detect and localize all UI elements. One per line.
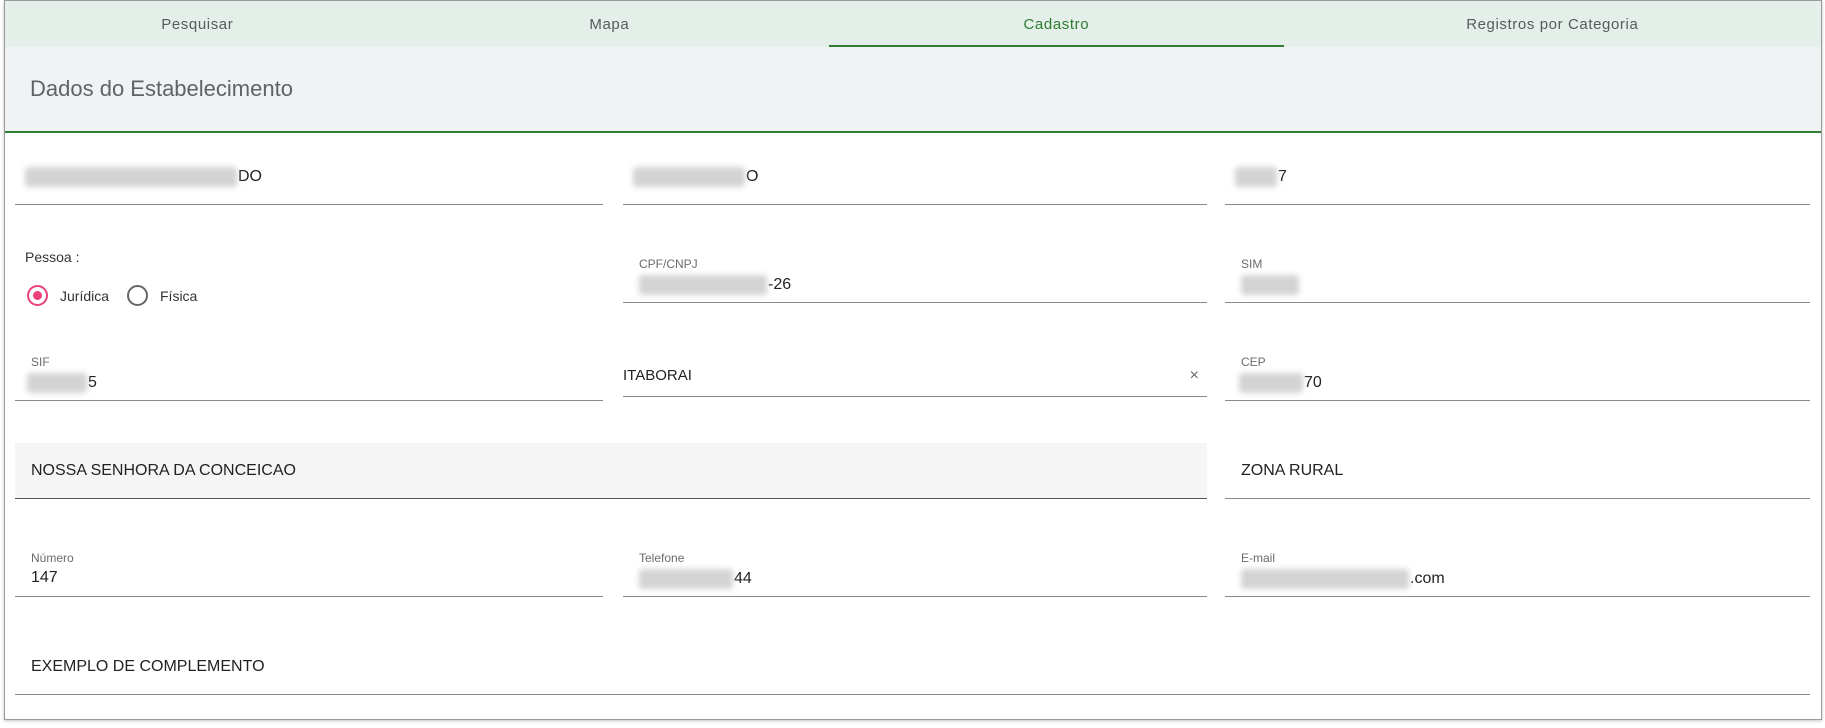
redacted-text (25, 167, 237, 187)
codigo-field[interactable]: 7 (1225, 151, 1810, 205)
cep-value: 70 (1239, 373, 1322, 393)
cidade-value: ITABORAI (623, 367, 692, 384)
page-title: Dados do Estabelecimento (30, 76, 293, 101)
cep-suffix: 70 (1304, 374, 1322, 392)
app-window: Pesquisar Mapa Cadastro Registros por Ca… (4, 0, 1822, 720)
bairro-value: NOSSA SENHORA DA CONCEICAO (31, 462, 296, 479)
numero-label: Número (31, 551, 74, 565)
tab-label: Cadastro (1023, 15, 1090, 33)
numero-value: 147 (31, 569, 58, 586)
sif-label: SIF (31, 355, 50, 369)
tab-registros-por-categoria[interactable]: Registros por Categoria (1284, 1, 1821, 47)
nome-fantasia-field[interactable]: O (623, 151, 1207, 205)
bairro-field[interactable]: NOSSA SENHORA DA CONCEICAO (15, 443, 1207, 499)
cpf-cnpj-label: CPF/CNPJ (639, 257, 698, 271)
sif-suffix: 5 (88, 374, 97, 392)
section-header: Dados do Estabelecimento (5, 47, 1821, 133)
redacted-text (1235, 167, 1277, 187)
sim-value (1241, 275, 1300, 295)
redacted-text (1241, 569, 1409, 589)
radio-juridica[interactable]: Jurídica (27, 285, 109, 306)
pessoa-label: Pessoa : (25, 249, 80, 265)
nome-fantasia-suffix: O (746, 168, 759, 186)
redacted-text (1239, 373, 1303, 393)
codigo-value: 7 (1235, 167, 1287, 187)
clear-icon[interactable]: × (1190, 367, 1199, 385)
cpf-cnpj-suffix: -26 (768, 276, 792, 294)
email-field[interactable]: E-mail .com (1225, 543, 1810, 597)
sif-field[interactable]: SIF 5 (15, 347, 603, 401)
zona-field[interactable]: ZONA RURAL (1225, 443, 1810, 499)
radio-circle-checked (27, 285, 48, 306)
telefone-field[interactable]: Telefone 44 (623, 543, 1207, 597)
sim-field[interactable]: SIM (1225, 249, 1810, 303)
cep-label: CEP (1241, 355, 1266, 369)
tab-cadastro[interactable]: Cadastro (829, 1, 1284, 47)
tab-mapa[interactable]: Mapa (390, 1, 830, 47)
radio-label-juridica: Jurídica (60, 287, 110, 304)
email-suffix: .com (1410, 570, 1445, 588)
radio-fisica[interactable]: Física (127, 285, 197, 306)
sif-value: 5 (27, 373, 97, 393)
radio-label-fisica: Física (160, 287, 198, 304)
telefone-suffix: 44 (734, 570, 752, 588)
cidade-select[interactable]: ITABORAI × (623, 347, 1207, 397)
telefone-label: Telefone (639, 551, 685, 565)
redacted-text (639, 569, 733, 589)
email-value: .com (1241, 569, 1445, 589)
cpf-cnpj-value: -26 (639, 275, 791, 295)
redacted-text (27, 373, 87, 393)
nome-fantasia-value: O (633, 167, 758, 187)
telefone-value: 44 (639, 569, 752, 589)
cep-field[interactable]: CEP 70 (1225, 347, 1810, 401)
zona-value: ZONA RURAL (1241, 462, 1344, 479)
sim-label: SIM (1241, 257, 1263, 271)
complemento-field[interactable]: EXEMPLO DE COMPLEMENTO (15, 641, 1810, 695)
cpf-cnpj-field[interactable]: CPF/CNPJ -26 (623, 249, 1207, 303)
tab-label: Registros por Categoria (1466, 15, 1639, 33)
redacted-text (639, 275, 767, 295)
razao-social-suffix: DO (238, 168, 262, 186)
codigo-suffix: 7 (1278, 168, 1287, 186)
razao-social-value: DO (25, 167, 262, 187)
razao-social-field[interactable]: DO (15, 151, 603, 205)
radio-circle (127, 285, 148, 306)
tab-bar: Pesquisar Mapa Cadastro Registros por Ca… (5, 1, 1821, 47)
redacted-text (633, 167, 745, 187)
tab-pesquisar[interactable]: Pesquisar (5, 1, 390, 47)
email-label: E-mail (1241, 551, 1276, 565)
complemento-value: EXEMPLO DE COMPLEMENTO (31, 658, 265, 675)
numero-field[interactable]: Número 147 (15, 543, 603, 597)
tab-label: Mapa (589, 15, 630, 33)
redacted-text (1241, 275, 1299, 295)
tab-label: Pesquisar (161, 15, 234, 33)
